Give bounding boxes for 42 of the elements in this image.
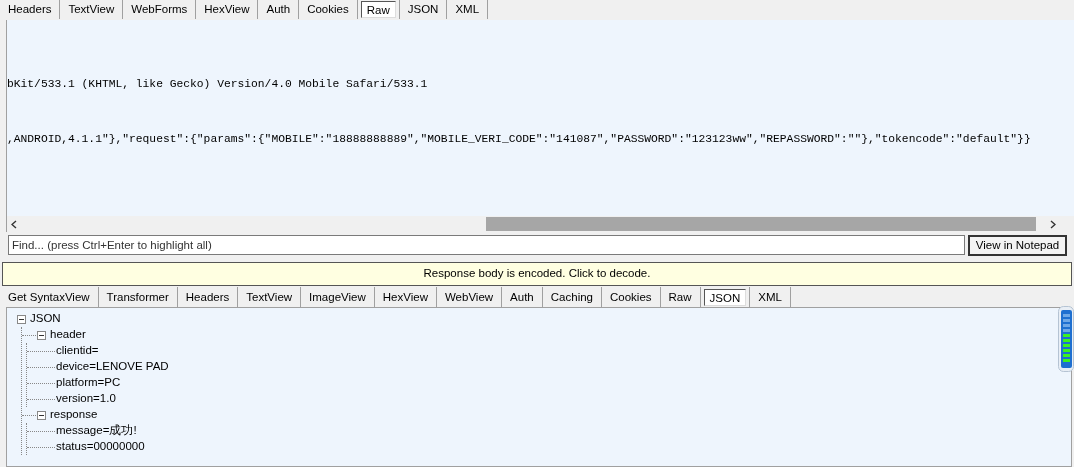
tab[interactable]: HexView (377, 288, 433, 306)
tab[interactable]: Get SyntaxView (3, 288, 95, 306)
tab[interactable]: XML (753, 288, 787, 306)
scroll-right-icon[interactable] (1050, 219, 1056, 229)
view-in-notepad-button[interactable]: View in Notepad (968, 234, 1067, 256)
decode-banner[interactable]: Response body is encoded. Click to decode. (2, 262, 1072, 286)
tab[interactable]: ImageView (304, 288, 371, 306)
tab[interactable]: Transformer (101, 288, 174, 306)
tree-node[interactable]: clientid= (56, 342, 99, 360)
collapse-icon[interactable] (17, 314, 26, 324)
tab[interactable]: JSON (703, 288, 747, 306)
tree-node[interactable]: version=1.0 (56, 390, 116, 408)
scroll-left-icon[interactable] (11, 219, 17, 229)
tab[interactable]: Headers (3, 1, 57, 18)
tab[interactable]: Auth (505, 288, 539, 306)
tree-node[interactable]: status=00000000 (56, 438, 145, 456)
tab[interactable]: HexView (199, 1, 255, 18)
tree-node[interactable]: message=成功! (56, 422, 137, 440)
find-field[interactable]: Find... (press Ctrl+Enter to highlight all) (8, 235, 965, 255)
tab[interactable]: XML (450, 1, 485, 18)
raw-text-line: bKit/533.1 (KHTML, like Gecko) Version/4.0 Mobile Safari/533.1 (7, 77, 428, 91)
raw-text-line: ,ANDROID,4.1.1"},"request":{"params":{"MOBILE":"18888888889","MOBILE_VERI_CODE":"141087","PASSWORD":"123123ww","REPASSWORD":""},"tokencode":"default"}} (7, 132, 1031, 146)
tree-node[interactable]: platform=PC (56, 374, 121, 392)
tab[interactable]: JSON (402, 1, 444, 18)
scrollbar-thumb[interactable] (486, 217, 1036, 231)
tab[interactable]: Headers (180, 288, 235, 306)
tab[interactable]: Raw (663, 288, 697, 306)
tab[interactable]: Auth (261, 1, 296, 18)
tab[interactable]: WebForms (126, 1, 193, 18)
tree-node[interactable]: JSON (30, 310, 61, 328)
tab[interactable]: Caching (545, 288, 598, 306)
tab[interactable]: TextView (63, 1, 120, 18)
tab[interactable]: Cookies (302, 1, 354, 18)
tab[interactable]: Cookies (605, 288, 657, 306)
tree-node[interactable]: header (50, 326, 86, 344)
collapse-icon[interactable] (37, 410, 46, 420)
tree-node[interactable]: device=LENOVE PAD (56, 358, 169, 376)
tab[interactable]: WebView (439, 288, 499, 306)
collapse-icon[interactable] (37, 330, 46, 340)
tree-node[interactable]: response (50, 406, 98, 424)
tab[interactable]: TextView (241, 288, 298, 306)
tab[interactable]: Raw (360, 1, 396, 18)
